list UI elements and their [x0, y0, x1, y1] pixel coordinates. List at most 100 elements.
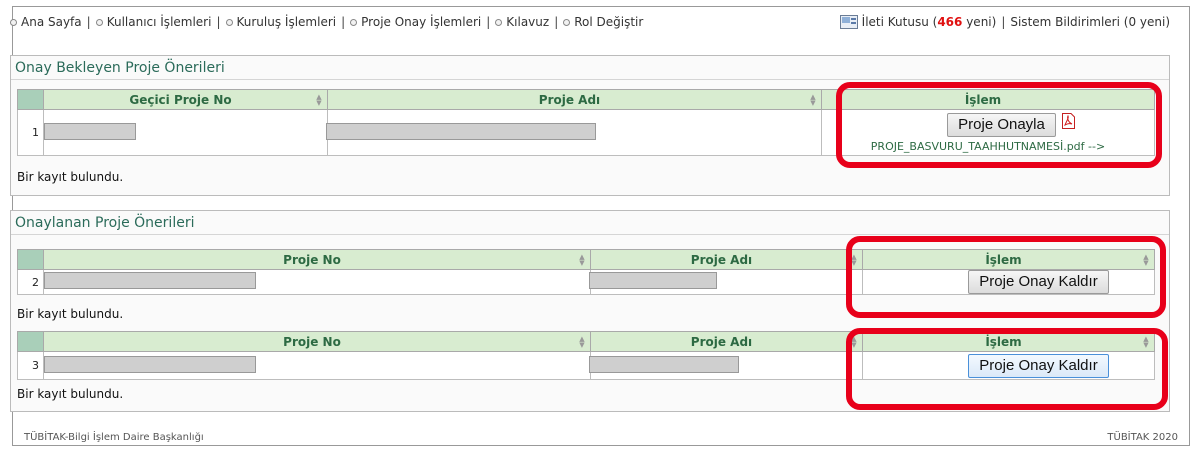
- action-cell: Proje Onay Kaldır: [862, 269, 1155, 295]
- table-row: 3 Proje Onay Kaldır: [17, 351, 1155, 380]
- inbox-suffix: yeni): [962, 15, 997, 29]
- column-action[interactable]: İşlem ▲ ▼: [862, 331, 1155, 352]
- sort-icon[interactable]: ▲ ▼: [578, 336, 586, 349]
- table-header: Proje No ▲ ▼ Proje Adı ▲ ▼ İşlem ▲ ▼: [17, 249, 1155, 270]
- table-header: Proje No ▲ ▼ Proje Adı ▲ ▼ İşlem ▲ ▼: [17, 331, 1155, 352]
- redacted-value: [326, 122, 596, 140]
- column-action[interactable]: İşlem ▲ ▼: [862, 249, 1155, 270]
- nav-user-operations[interactable]: Kullanıcı İşlemleri: [95, 15, 212, 29]
- temp-project-no-cell: [43, 109, 328, 156]
- nav-organization-operations-label: Kuruluş İşlemleri: [236, 15, 337, 29]
- row-number: 3: [17, 351, 44, 380]
- bullet-icon: [495, 18, 503, 26]
- row-number-header: [17, 89, 44, 110]
- sort-icon[interactable]: ▲ ▼: [1142, 336, 1150, 349]
- remove-approval-button[interactable]: Proje Onay Kaldır: [968, 270, 1109, 294]
- system-notifications-link[interactable]: Sistem Bildirimleri (0 yeni): [1010, 15, 1170, 29]
- records-found: Bir kayıt bulundu.: [17, 387, 124, 401]
- row-number: 1: [17, 109, 44, 156]
- pdf-icon[interactable]: [1061, 112, 1075, 129]
- bullet-icon: [563, 18, 571, 26]
- inbox-icon[interactable]: [839, 15, 858, 29]
- column-label: Proje Adı: [690, 334, 753, 349]
- redacted-value: [589, 355, 739, 373]
- column-label: İşlem: [985, 334, 1022, 349]
- row-number: 2: [17, 269, 44, 295]
- column-action: İşlem: [821, 89, 1155, 110]
- pdf-download-link[interactable]: PROJE_BASVURU_TAAHHUTNAMESİ.pdf -->: [826, 140, 1150, 153]
- action-cell: Proje Onay Kaldır: [862, 351, 1155, 380]
- approved-proposals-section: Onaylanan Proje Önerileri Proje No ▲ ▼ Pro…: [10, 210, 1170, 412]
- footer-left: TÜBİTAK-Bilgi İşlem Daire Başkanlığı: [24, 432, 204, 443]
- nav-change-role[interactable]: Rol Değiştir: [563, 15, 643, 29]
- sort-icon[interactable]: ▲ ▼: [850, 254, 858, 267]
- column-project-no[interactable]: Proje No ▲ ▼: [43, 331, 591, 352]
- bullet-icon: [10, 18, 17, 26]
- sort-icon[interactable]: ▲ ▼: [1142, 254, 1150, 267]
- project-name-cell: [589, 351, 863, 380]
- column-project-no[interactable]: Proje No ▲ ▼: [43, 249, 591, 270]
- nav-right: İleti Kutusu (466 yeni) | Sistem Bildiri…: [839, 15, 1170, 29]
- redacted-value: [44, 355, 256, 373]
- nav-project-approval[interactable]: Proje Onay İşlemleri: [350, 15, 481, 29]
- section-title: Onaylanan Proje Önerileri: [11, 211, 1169, 235]
- nav-change-role-label: Rol Değiştir: [574, 15, 644, 29]
- pending-table: Geçici Proje No ▲ ▼ Proje Adı ▲ ▼ İşlem 1 Pr…: [17, 89, 1155, 156]
- sort-icon[interactable]: ▲ ▼: [850, 336, 858, 349]
- row-number-header: [17, 249, 44, 270]
- sort-icon[interactable]: ▲ ▼: [578, 254, 586, 267]
- section-title: Onay Bekleyen Proje Önerileri: [11, 56, 1169, 80]
- inbox-link[interactable]: İleti Kutusu (466 yeni): [862, 15, 997, 29]
- footer-right: TÜBİTAK 2020: [1107, 432, 1178, 443]
- sort-icon[interactable]: ▲ ▼: [809, 94, 817, 107]
- project-name-cell: [326, 109, 822, 156]
- project-no-cell: [43, 269, 591, 295]
- nav-separator: |: [86, 15, 91, 29]
- footer: TÜBİTAK-Bilgi İşlem Daire Başkanlığı TÜB…: [24, 432, 1178, 443]
- nav-separator: |: [554, 15, 559, 29]
- nav-guide-label: Kılavuz: [506, 15, 550, 29]
- approved-table-2: Proje No ▲ ▼ Proje Adı ▲ ▼ İşlem ▲ ▼ 3 Proje O…: [17, 331, 1155, 380]
- bullet-icon: [225, 18, 233, 26]
- nav-separator: |: [1001, 15, 1006, 29]
- approve-project-button[interactable]: Proje Onayla: [947, 112, 1056, 137]
- column-label: İşlem: [985, 252, 1022, 267]
- column-label: Proje No: [283, 334, 341, 349]
- nav-separator: |: [486, 15, 491, 29]
- nav-links: Ana Sayfa | Kullanıcı İşlemleri | Kurulu…: [10, 15, 643, 29]
- records-found: Bir kayıt bulundu.: [17, 170, 124, 184]
- top-nav: Ana Sayfa | Kullanıcı İşlemleri | Kurulu…: [10, 12, 1170, 32]
- inbox-label: İleti Kutusu (: [861, 15, 938, 29]
- nav-organization-operations[interactable]: Kuruluş İşlemleri: [225, 15, 337, 29]
- column-label: İşlem: [964, 92, 1002, 107]
- remove-approval-button[interactable]: Proje Onay Kaldır: [968, 353, 1109, 378]
- bullet-icon: [95, 18, 103, 26]
- records-found: Bir kayıt bulundu.: [17, 307, 124, 321]
- column-project-name[interactable]: Proje Adı ▲ ▼: [590, 331, 863, 352]
- column-label: Geçici Proje No: [129, 92, 232, 107]
- inbox-count: 466: [937, 15, 963, 29]
- table-row: 2 Proje Onay Kaldır: [17, 269, 1155, 295]
- approved-table-1: Proje No ▲ ▼ Proje Adı ▲ ▼ İşlem ▲ ▼ 2 Proje O…: [17, 249, 1155, 295]
- nav-home-label: Ana Sayfa: [21, 15, 82, 29]
- nav-project-approval-label: Proje Onay İşlemleri: [361, 15, 482, 29]
- table-row: 1 Proje Onayla PROJE_BASVURU_TAAHHUTNAME…: [17, 109, 1155, 156]
- nav-separator: |: [341, 15, 346, 29]
- bullet-icon: [350, 18, 358, 26]
- nav-separator: |: [216, 15, 221, 29]
- project-name-cell: [589, 269, 863, 295]
- row-number-header: [17, 331, 44, 352]
- project-no-cell: [43, 351, 591, 380]
- nav-user-operations-label: Kullanıcı İşlemleri: [106, 15, 212, 29]
- column-project-name[interactable]: Proje Adı ▲ ▼: [327, 89, 822, 110]
- nav-guide[interactable]: Kılavuz: [495, 15, 549, 29]
- column-project-name[interactable]: Proje Adı ▲ ▼: [590, 249, 863, 270]
- redacted-value: [44, 122, 136, 140]
- column-temp-project-no[interactable]: Geçici Proje No ▲ ▼: [43, 89, 328, 110]
- redacted-value: [589, 272, 717, 289]
- nav-home[interactable]: Ana Sayfa: [10, 15, 82, 29]
- column-label: Proje Adı: [538, 92, 601, 107]
- sort-icon[interactable]: ▲ ▼: [315, 94, 323, 107]
- table-header: Geçici Proje No ▲ ▼ Proje Adı ▲ ▼ İşlem: [17, 89, 1155, 110]
- column-label: Proje Adı: [690, 252, 753, 267]
